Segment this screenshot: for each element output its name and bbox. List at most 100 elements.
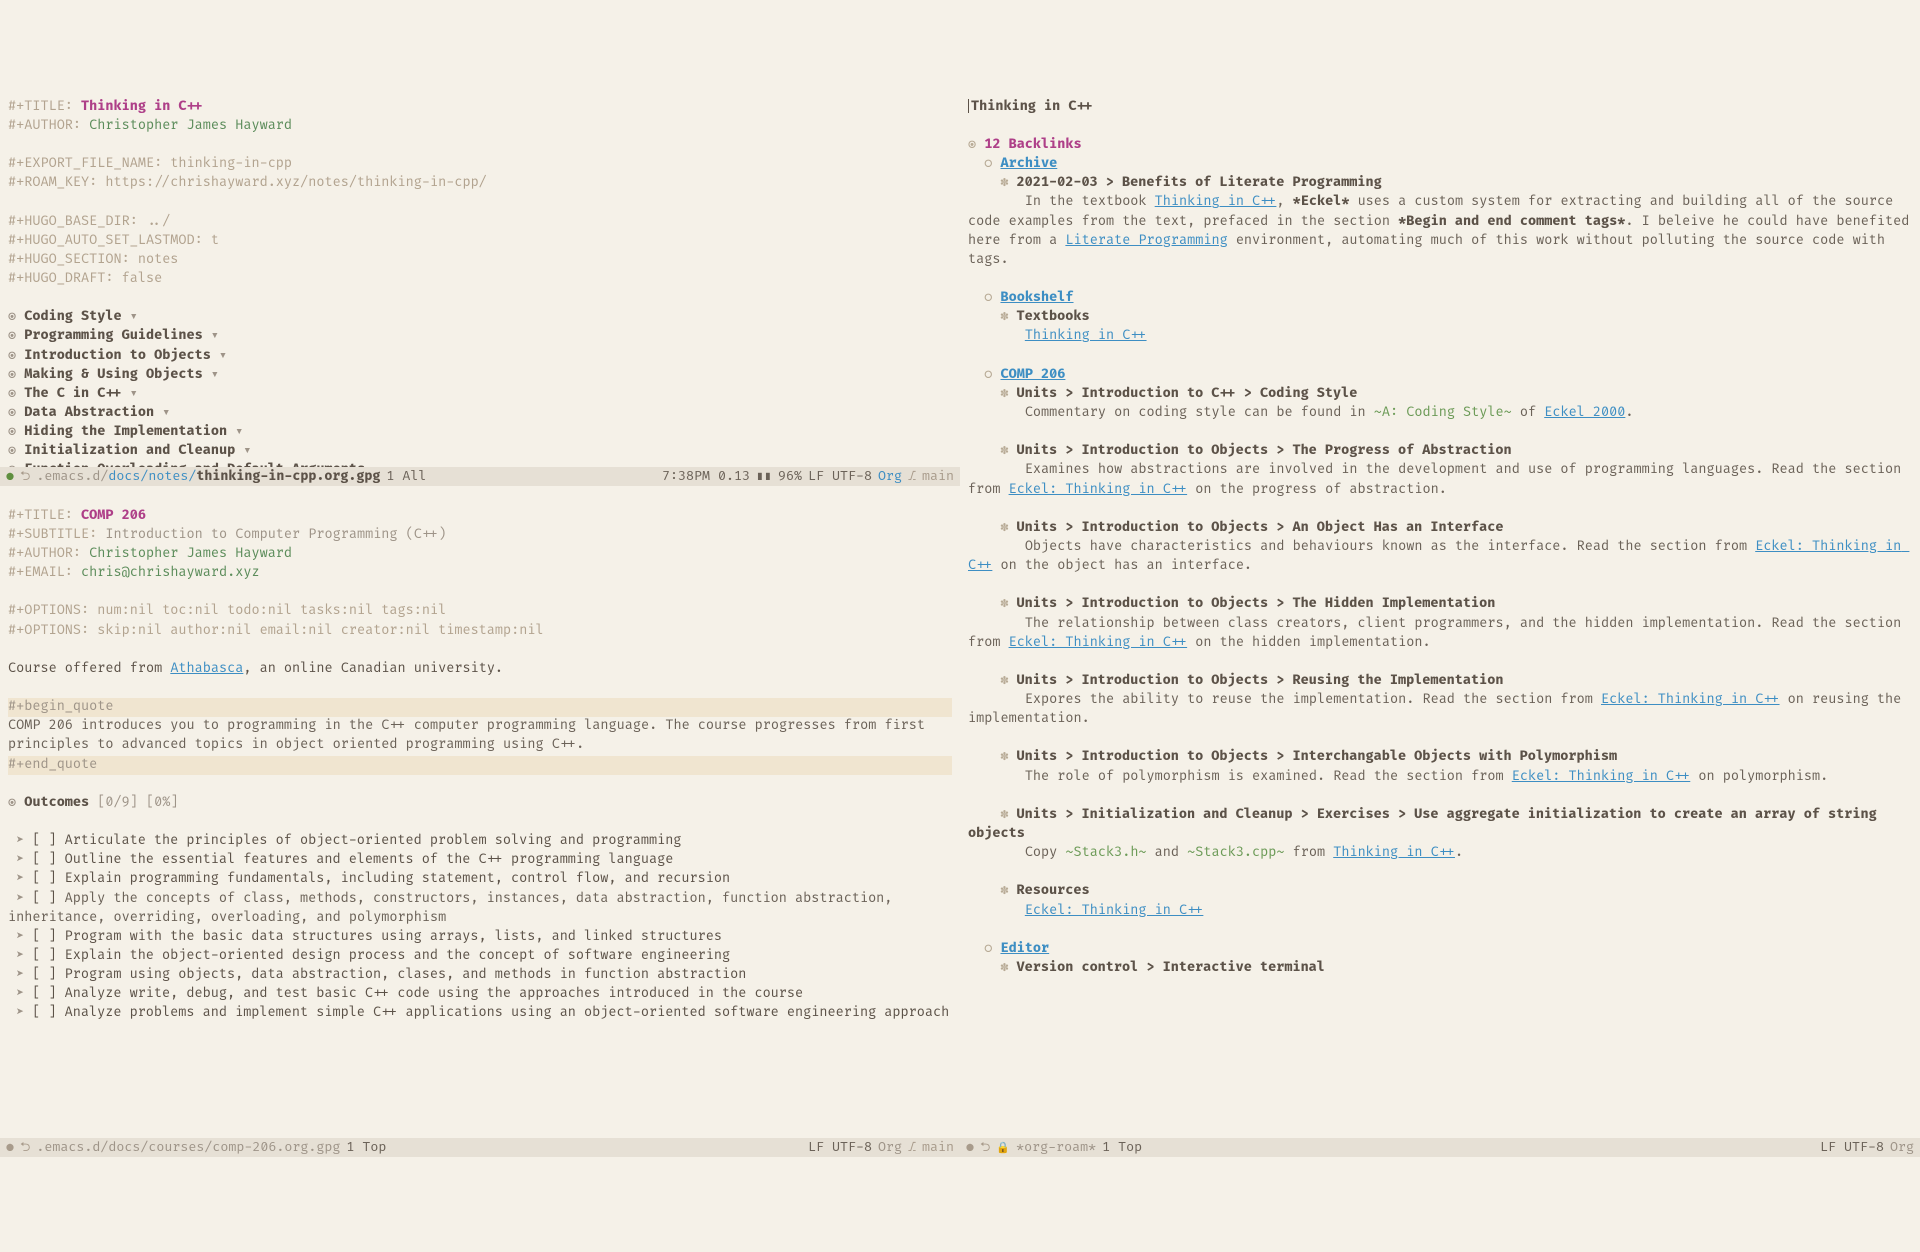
course-text: Course offered from — [8, 661, 170, 677]
backlink-body: The relationship between class creators,… — [968, 616, 1909, 651]
major-mode[interactable]: Org — [1890, 1138, 1914, 1157]
backlink-source[interactable]: Bookshelf — [1000, 290, 1073, 306]
checkbox[interactable]: [ ] — [32, 891, 64, 907]
checkbox[interactable]: [ ] — [32, 986, 64, 1002]
outcome-item: Apply the concepts of class, methods, co… — [8, 891, 901, 926]
headline[interactable]: Introduction to Objects — [24, 348, 211, 364]
buffer-name: *org-roam* — [1016, 1138, 1096, 1157]
checkbox[interactable]: [ ] — [32, 929, 64, 945]
git-branch-icon: ⎇ — [908, 467, 916, 486]
org-roam-buffer[interactable]: Thinking in C++ ◉ 12 Backlinks ○ Archive… — [960, 77, 1920, 1138]
outcomes-stats: [0/9] [0%] — [97, 795, 178, 811]
title-value: Thinking in C++ — [81, 99, 203, 115]
outcome-item: Analyze problems and implement simple C+… — [65, 1005, 950, 1021]
export-filename: #+EXPORT_FILE_NAME: thinking-in-cpp — [8, 156, 292, 172]
headline[interactable]: Making & Using Objects — [24, 367, 203, 383]
backlink-body: Expores the ability to reuse the impleme… — [968, 692, 1909, 727]
emacs-frame: #+TITLE: Thinking in C++ #+AUTHOR: Chris… — [0, 77, 1920, 1157]
backlink-heading[interactable]: 2021-02-03 > Benefits of Literate Progra… — [1017, 175, 1382, 191]
backlink-heading[interactable]: Units > Introduction to C++ > Coding Sty… — [1017, 386, 1358, 402]
thinking-in-cpp-link[interactable]: Thinking in C++ — [1155, 194, 1277, 210]
hugo-section: #+HUGO_SECTION: notes — [8, 252, 178, 268]
outcome-item: Program using objects, data abstraction,… — [65, 967, 747, 983]
subtitle-keyword: #+SUBTITLE: — [8, 527, 105, 543]
checkbox[interactable]: [ ] — [32, 967, 64, 983]
buffer-position: 1 Top — [346, 1138, 386, 1157]
backlink-source[interactable]: COMP 206 — [1000, 367, 1065, 383]
backlink-body: Commentary on coding style can be found … — [1025, 405, 1634, 421]
back-arrow-icon: ⮌ — [20, 1138, 30, 1157]
backlink-heading[interactable]: Units > Introduction to Objects > The Hi… — [1017, 596, 1496, 612]
clock: 7:38PM 0.13 — [662, 467, 750, 486]
thinking-in-cpp-link[interactable]: Thinking in C++ — [1025, 328, 1147, 344]
options-line: #+OPTIONS: num:nil toc:nil todo:nil task… — [8, 603, 446, 619]
lock-icon — [996, 1138, 1010, 1157]
back-arrow-icon: ⮌ — [20, 467, 30, 486]
checkbox[interactable]: [ ] — [32, 852, 64, 868]
author-value: Christopher James Hayward — [89, 118, 292, 134]
modified-indicator-icon: ● — [6, 1138, 14, 1157]
outcome-item: Articulate the principles of object-orie… — [65, 833, 682, 849]
outcome-item: Explain the object-oriented design proce… — [65, 948, 730, 964]
encoding: LF UTF-8 — [808, 467, 872, 486]
headline[interactable]: The C in C++ — [24, 386, 121, 402]
author-keyword: #+AUTHOR: — [8, 546, 89, 562]
eckel-link[interactable]: Eckel: Thinking in C++ — [1025, 903, 1204, 919]
headline[interactable]: Data Abstraction — [24, 405, 154, 421]
title-keyword: #+TITLE: — [8, 508, 81, 524]
modified-indicator-icon: ● — [6, 467, 14, 486]
athabasca-link[interactable]: Athabasca — [170, 661, 243, 677]
backlink-heading[interactable]: Units > Introduction to Objects > Interc… — [1017, 749, 1618, 765]
modeline-mid[interactable]: ● ⮌ .emacs.d/docs/courses/comp-206.org.g… — [0, 1138, 960, 1157]
headline[interactable]: Initialization and Cleanup — [24, 443, 235, 459]
buffer-position: 1 Top — [1102, 1138, 1142, 1157]
modeline-right[interactable]: ● ⮌ *org-roam* 1 Top LF UTF-8 Org — [960, 1138, 1920, 1157]
backlink-body: Examines how abstractions are involved i… — [968, 462, 1909, 497]
backlink-source[interactable]: Archive — [1000, 156, 1057, 172]
battery-icon: ▮▮ — [756, 467, 772, 486]
checkbox[interactable]: [ ] — [32, 1005, 64, 1021]
backlink-heading[interactable]: Resources — [1017, 883, 1090, 899]
top-buffer[interactable]: #+TITLE: Thinking in C++ #+AUTHOR: Chris… — [0, 77, 960, 467]
headline[interactable]: Function Overloading and Default Argumen… — [24, 462, 365, 466]
checkbox[interactable]: [ ] — [32, 833, 64, 849]
backlink-source[interactable]: Editor — [1000, 941, 1049, 957]
backlink-heading[interactable]: Version control > Interactive terminal — [1017, 960, 1325, 976]
checkbox[interactable]: [ ] — [32, 948, 64, 964]
backlink-heading[interactable]: Units > Introduction to Objects > The Pr… — [1017, 443, 1512, 459]
headline[interactable]: Coding Style — [24, 309, 121, 325]
begin-quote: #+begin_quote — [8, 698, 952, 717]
backlink-heading[interactable]: Units > Introduction to Objects > Reusin… — [1017, 673, 1504, 689]
backlink-body: Objects have characteristics and behavio… — [968, 539, 1909, 574]
git-branch: main — [922, 467, 954, 486]
encoding: LF UTF-8 — [1820, 1138, 1884, 1157]
backlink-heading[interactable]: Textbooks — [1017, 309, 1090, 325]
title-keyword: #+TITLE: — [8, 99, 81, 115]
literate-programming-link[interactable]: Literate Programming — [1065, 233, 1227, 249]
modified-indicator-icon: ● — [966, 1138, 974, 1157]
left-column: #+TITLE: Thinking in C++ #+AUTHOR: Chris… — [0, 77, 960, 1157]
author-value: Christopher James Hayward — [89, 546, 292, 562]
encoding: LF UTF-8 — [808, 1138, 872, 1157]
buffer-path: .emacs.d/docs/notes/thinking-in-cpp.org.… — [36, 467, 380, 486]
end-quote: #+end_quote — [8, 756, 952, 775]
email-value: chris@chrishayward.xyz — [81, 565, 260, 581]
headline[interactable]: Programming Guidelines — [24, 328, 203, 344]
mid-buffer[interactable]: #+TITLE: COMP 206 #+SUBTITLE: Introducti… — [0, 486, 960, 1138]
backlink-heading[interactable]: Units > Initialization and Cleanup > Exe… — [968, 807, 1885, 842]
email-keyword: #+EMAIL: — [8, 565, 81, 581]
checkbox[interactable]: [ ] — [32, 871, 64, 887]
hugo-base-dir: #+HUGO_BASE_DIR: ../ — [8, 214, 170, 230]
outcomes-headline[interactable]: Outcomes — [24, 795, 97, 811]
outcome-item: Explain programming fundamentals, includ… — [65, 871, 730, 887]
backlink-heading[interactable]: Units > Introduction to Objects > An Obj… — [1017, 520, 1504, 536]
modeline-top[interactable]: ● ⮌ .emacs.d/docs/notes/thinking-in-cpp.… — [0, 467, 960, 486]
major-mode[interactable]: Org — [878, 1138, 902, 1157]
back-arrow-icon: ⮌ — [980, 1138, 990, 1157]
major-mode[interactable]: Org — [878, 467, 902, 486]
buffer-path: .emacs.d/docs/courses/comp-206.org.gpg — [36, 1138, 340, 1157]
backlinks-heading: 12 Backlinks — [984, 137, 1081, 153]
author-keyword: #+AUTHOR: — [8, 118, 89, 134]
hugo-draft: #+HUGO_DRAFT: false — [8, 271, 162, 287]
headline[interactable]: Hiding the Implementation — [24, 424, 227, 440]
